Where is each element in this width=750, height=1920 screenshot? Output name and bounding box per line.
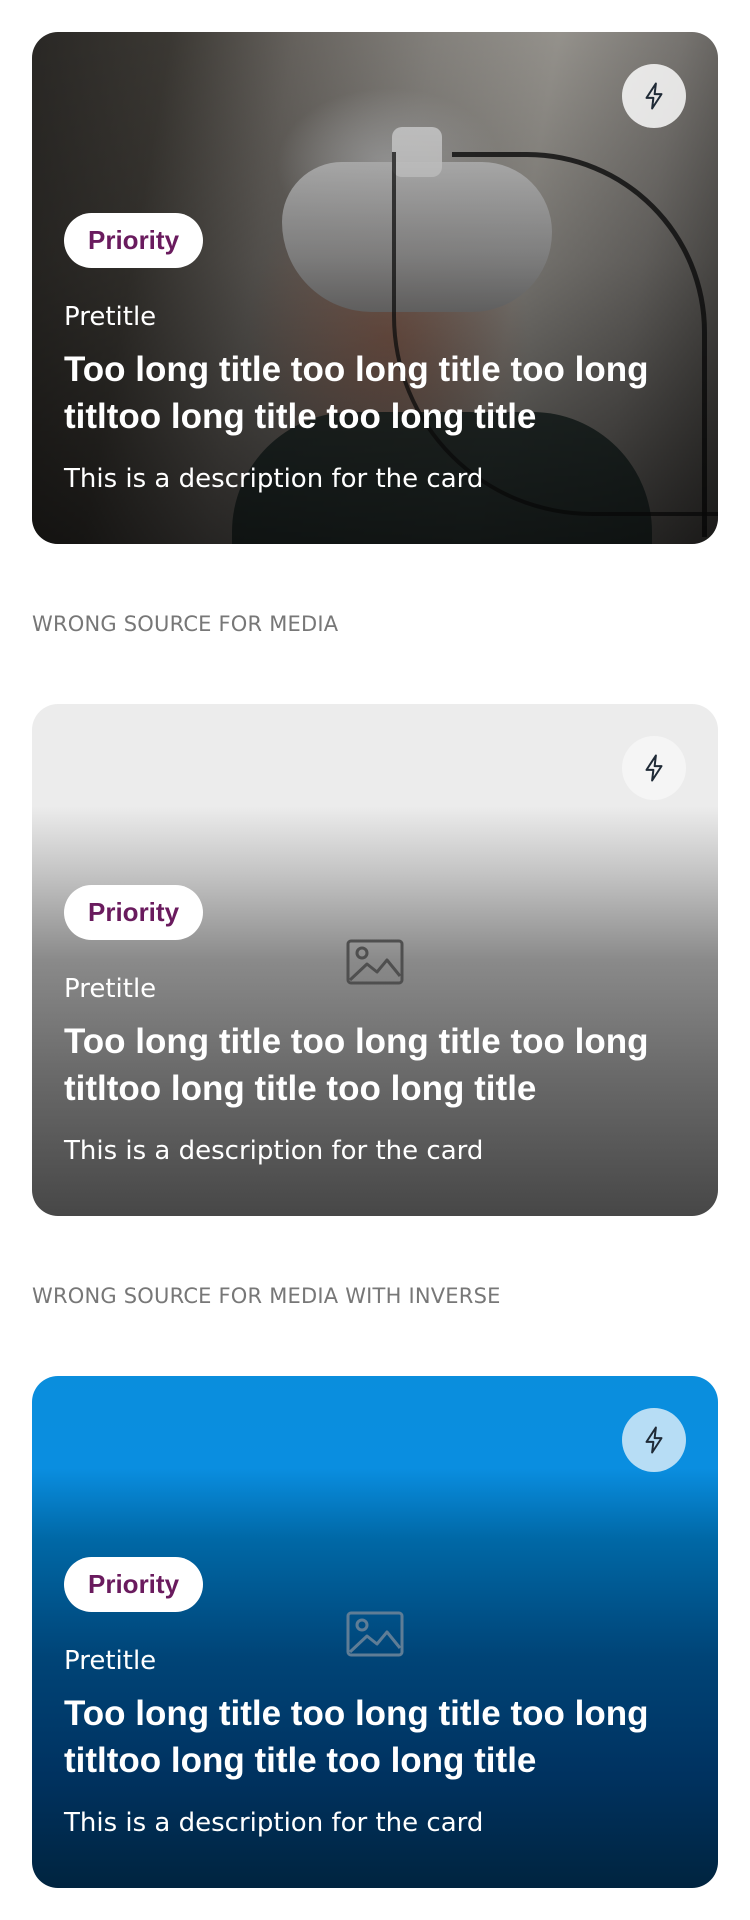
card-content: Priority Pretitle Too long title too lon… bbox=[64, 213, 686, 494]
flash-icon bbox=[645, 82, 663, 110]
section-label-wrong-source: WRONG SOURCE FOR MEDIA bbox=[32, 612, 339, 636]
card-pretitle: Pretitle bbox=[64, 302, 157, 332]
flash-icon-button[interactable] bbox=[622, 736, 686, 800]
media-card-wrong-source[interactable]: Priority Pretitle Too long title too lon… bbox=[32, 704, 718, 1216]
media-card-wrong-source-inverse[interactable]: Priority Pretitle Too long title too lon… bbox=[32, 1376, 718, 1888]
card-description: This is a description for the card bbox=[64, 1808, 484, 1838]
flash-icon bbox=[645, 1426, 663, 1454]
media-card-photo[interactable]: Priority Pretitle Too long title too lon… bbox=[32, 32, 718, 544]
card-title: Too long title too long title too long t… bbox=[64, 1022, 649, 1108]
card-description: This is a description for the card bbox=[64, 1136, 484, 1166]
card-content: Priority Pretitle Too long title too lon… bbox=[64, 885, 686, 1166]
flash-icon-button[interactable] bbox=[622, 64, 686, 128]
card-title: Too long title too long title too long t… bbox=[64, 1694, 649, 1780]
flash-icon-button[interactable] bbox=[622, 1408, 686, 1472]
card-description: This is a description for the card bbox=[64, 464, 484, 494]
priority-badge: Priority bbox=[64, 1557, 204, 1612]
priority-badge: Priority bbox=[64, 885, 204, 940]
card-title: Too long title too long title too long t… bbox=[64, 350, 649, 436]
card-content: Priority Pretitle Too long title too lon… bbox=[64, 1557, 686, 1838]
card-pretitle: Pretitle bbox=[64, 1646, 157, 1676]
priority-badge: Priority bbox=[64, 213, 204, 268]
flash-icon bbox=[645, 754, 663, 782]
card-pretitle: Pretitle bbox=[64, 974, 157, 1004]
section-label-wrong-source-inverse: WRONG SOURCE FOR MEDIA WITH INVERSE bbox=[32, 1284, 501, 1308]
